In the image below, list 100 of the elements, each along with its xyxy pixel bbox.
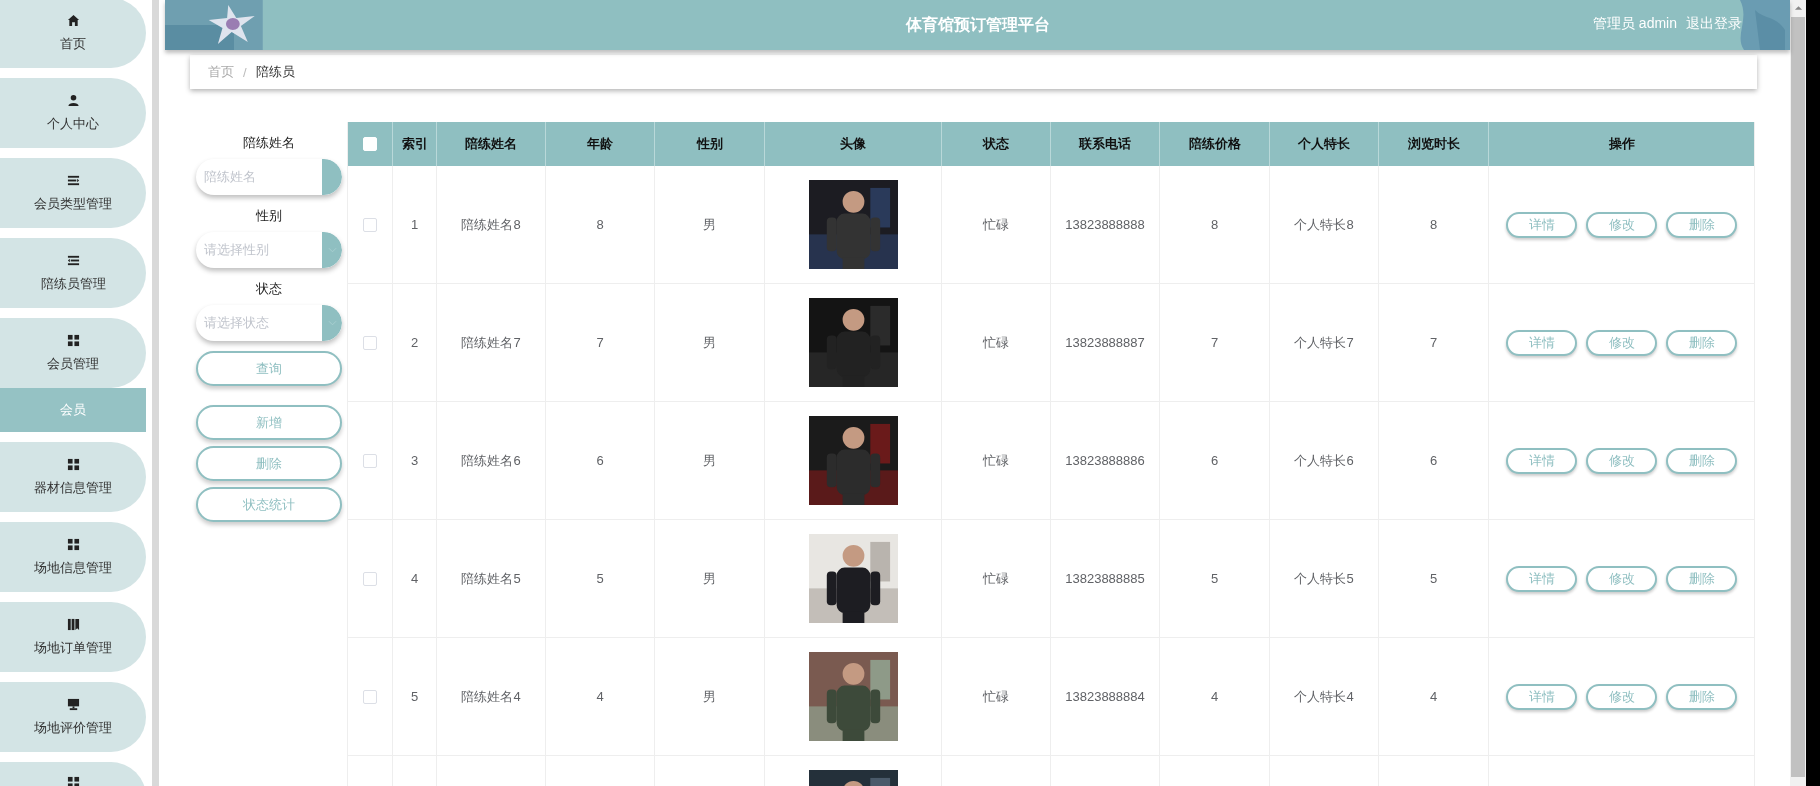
scrollbar[interactable] <box>1790 0 1806 786</box>
column-header: 状态 <box>942 122 1051 166</box>
row-checkbox[interactable] <box>363 217 377 232</box>
column-header: 索引 <box>393 122 437 166</box>
row-checkbox[interactable] <box>363 453 377 468</box>
table-cell: 7 <box>1210 335 1219 350</box>
column-header: 浏览时长 <box>1379 122 1489 166</box>
table-cell: 陪练姓名8 <box>461 215 521 234</box>
breadcrumb-link[interactable]: 陪练员 <box>255 63 295 81</box>
grid-icon <box>66 776 80 786</box>
row-checkbox[interactable] <box>363 335 377 350</box>
table-cell: 忙碌 <box>983 569 1009 588</box>
scrollbar[interactable] <box>152 0 159 786</box>
table-cell: 4 <box>1429 689 1438 704</box>
table-cell: 个人特长6 <box>1294 451 1354 470</box>
scrollbar-thumb[interactable] <box>1791 17 1805 777</box>
row-action-button[interactable]: 删除 <box>1666 683 1737 710</box>
sidebar-item[interactable]: 器材信息管理 <box>0 442 146 512</box>
row-action-button[interactable]: 详情 <box>1506 211 1577 238</box>
row-action-button[interactable]: 修改 <box>1586 329 1657 356</box>
scroll-up-icon[interactable] <box>1793 5 1803 11</box>
row-action-button[interactable]: 修改 <box>1586 683 1657 710</box>
table-cell: 4 <box>1210 689 1219 704</box>
table-cell: 5 <box>1429 571 1438 586</box>
table-cell: 4 <box>410 571 419 586</box>
list-icon <box>66 253 80 267</box>
table-cell: 陪练姓名4 <box>461 687 521 706</box>
table-cell: 忙碌 <box>983 215 1009 234</box>
home-icon <box>66 13 80 27</box>
table-cell: 个人特长5 <box>1294 569 1354 588</box>
table-cell: 2 <box>410 335 419 350</box>
table-cell: 陪练姓名5 <box>461 569 521 588</box>
user-label: 管理员 admin <box>1592 15 1677 33</box>
action-button[interactable]: 新增 <box>196 405 342 440</box>
row-action-button[interactable]: 详情 <box>1506 447 1577 474</box>
column-header: 个人特长 <box>1270 122 1379 166</box>
table-cell: 8 <box>1429 217 1438 232</box>
sidebar-item[interactable]: 会员管理 <box>0 318 146 388</box>
breadcrumb-link[interactable]: 首页 <box>208 63 234 81</box>
table-cell: 5 <box>410 689 419 704</box>
table-cell: 男 <box>703 333 716 352</box>
table-cell: 6 <box>596 453 604 468</box>
table-cell: 8 <box>1210 217 1219 232</box>
input-field[interactable]: 陪练姓名 <box>196 159 342 195</box>
sidebar-item[interactable]: 首页 <box>0 0 146 68</box>
table-cell: 男 <box>703 215 716 234</box>
column-header: 年龄 <box>546 122 655 166</box>
sidebar-subitem[interactable]: 会员 <box>0 388 146 432</box>
search-button[interactable]: 查询 <box>196 351 342 386</box>
row-action-button[interactable]: 删除 <box>1666 565 1737 592</box>
list-icon <box>66 173 80 187</box>
table-cell: 13823888886 <box>1065 453 1145 468</box>
column-header: 操作 <box>1607 135 1636 153</box>
table-cell: 陪练姓名7 <box>461 333 521 352</box>
logout-link[interactable]: 退出登录 <box>1686 15 1742 33</box>
table-cell: 忙碌 <box>983 333 1009 352</box>
sidebar-item[interactable]: 个人中心 <box>0 78 146 148</box>
action-button[interactable]: 删除 <box>196 446 342 481</box>
column-header: 陪练价格 <box>1160 122 1270 166</box>
table-cell: 个人特长7 <box>1294 333 1354 352</box>
sidebar-item[interactable]: 场地信息管理 <box>0 522 146 592</box>
row-action-button[interactable]: 修改 <box>1586 211 1657 238</box>
column-header: 联系电话 <box>1051 122 1160 166</box>
row-action-button[interactable]: 删除 <box>1666 329 1737 356</box>
table-cell: 13823888887 <box>1065 335 1145 350</box>
column-header: 性别 <box>655 122 765 166</box>
select-field[interactable]: 请选择性别 <box>196 232 342 268</box>
sidebar-item[interactable]: 会员类型管理 <box>0 158 146 228</box>
select-all-checkbox[interactable] <box>363 137 377 151</box>
table-cell: 13823888884 <box>1065 689 1145 704</box>
table-cell: 5 <box>596 571 604 586</box>
action-button[interactable]: 状态统计 <box>196 487 342 522</box>
row-action-button[interactable]: 详情 <box>1506 565 1577 592</box>
monitor-icon <box>66 697 80 711</box>
table-cell: 6 <box>1429 453 1438 468</box>
row-action-button[interactable]: 删除 <box>1666 447 1737 474</box>
row-action-button[interactable]: 修改 <box>1586 565 1657 592</box>
column-header: 陪练姓名 <box>437 122 546 166</box>
sidebar-item[interactable]: 场地订单管理 <box>0 602 146 672</box>
row-action-button[interactable]: 详情 <box>1506 683 1577 710</box>
row-action-button[interactable]: 修改 <box>1586 447 1657 474</box>
grid-icon <box>66 457 80 471</box>
breadcrumb-separator: / <box>243 64 247 80</box>
select-field[interactable]: 请选择状态 <box>196 305 342 341</box>
table-cell: 4 <box>596 689 604 704</box>
filter-label: 状态 <box>256 280 282 298</box>
row-action-button[interactable]: 详情 <box>1506 329 1577 356</box>
column-header: 头像 <box>765 122 942 166</box>
row-checkbox[interactable] <box>363 689 377 704</box>
sidebar-item[interactable]: 陪练员管理 <box>0 238 146 308</box>
table-cell: 男 <box>703 451 716 470</box>
table-cell: 3 <box>410 453 419 468</box>
row-action-button[interactable]: 删除 <box>1666 211 1737 238</box>
sidebar-item[interactable]: 场地评价管理 <box>0 682 146 752</box>
row-checkbox[interactable] <box>363 571 377 586</box>
user-icon <box>66 93 80 107</box>
table-cell: 6 <box>1210 453 1219 468</box>
table-cell: 13823888885 <box>1065 571 1145 586</box>
table-cell: 13823888888 <box>1065 217 1145 232</box>
table-cell: 8 <box>596 217 604 232</box>
